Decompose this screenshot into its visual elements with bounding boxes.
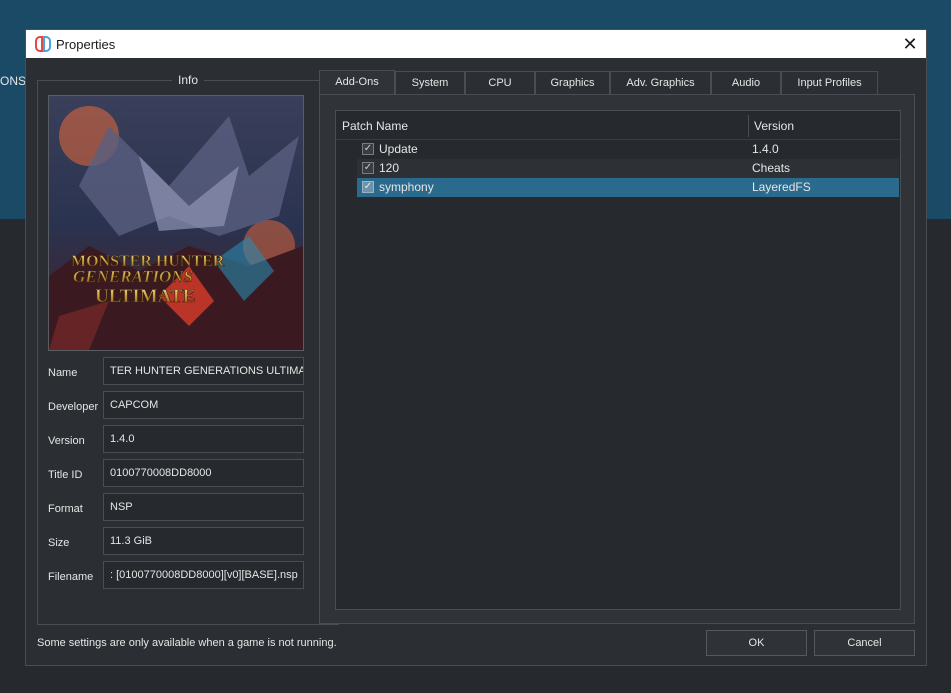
addon-version: LayeredFS [752, 180, 811, 194]
filename-field[interactable]: : [0100770008DD8000][v0][BASE].nsp [103, 561, 304, 589]
addon-checkbox[interactable]: ✓ [362, 181, 374, 193]
title-id-label: Title ID [48, 469, 83, 481]
close-icon[interactable]: ✕ [894, 30, 926, 58]
tab-cpu[interactable]: CPU [465, 71, 535, 95]
info-group: Info MONSTER HUNTER GENERATIONS ULTIMATE… [37, 73, 339, 625]
name-label: Name [48, 367, 78, 379]
addon-version: Cheats [752, 161, 791, 175]
size-field[interactable]: 11.3 GiB [103, 527, 304, 555]
title-id-field[interactable]: 0100770008DD8000 [103, 459, 304, 487]
properties-dialog: Properties ✕ Info MONSTER HUNTER GENERAT… [25, 29, 927, 666]
app-logo-icon [35, 36, 51, 52]
filename-label: Filename [48, 571, 94, 583]
footer-note: Some settings are only available when a … [37, 637, 337, 649]
developer-label: Developer [48, 401, 99, 413]
addon-version: 1.4.0 [752, 142, 779, 156]
add-ons-panel: Patch Name Version ✓ Update 1.4.0 ✓ 120 … [319, 94, 915, 624]
header-patch-name[interactable]: Patch Name [342, 119, 408, 133]
header-version[interactable]: Version [754, 119, 794, 133]
cover-title-line-2: GENERATIONS [73, 267, 193, 286]
dialog-title: Properties [56, 37, 116, 52]
header-separator[interactable] [748, 115, 749, 137]
developer-field[interactable]: CAPCOM [103, 391, 304, 419]
cancel-button[interactable]: Cancel [814, 630, 915, 656]
tab-graphics[interactable]: Graphics [535, 71, 610, 95]
addon-checkbox[interactable]: ✓ [362, 143, 374, 155]
list-header: Patch Name Version [336, 111, 900, 140]
tab-adv-graphics[interactable]: Adv. Graphics [610, 71, 711, 95]
format-label: Format [48, 503, 83, 515]
addons-list[interactable]: Patch Name Version ✓ Update 1.4.0 ✓ 120 … [335, 110, 901, 610]
addon-row[interactable]: ✓ 120 Cheats [357, 159, 899, 178]
tab-add-ons[interactable]: Add-Ons [319, 70, 395, 96]
tab-audio[interactable]: Audio [711, 71, 781, 95]
addon-row-selected[interactable]: ✓ symphony LayeredFS [357, 178, 899, 197]
info-legend: Info [172, 73, 205, 87]
cover-art: MONSTER HUNTER GENERATIONS ULTIMATE [49, 96, 303, 350]
addon-row[interactable]: ✓ Update 1.4.0 [357, 140, 899, 159]
addon-name: 120 [379, 161, 400, 175]
cover-title-line-3: ULTIMATE [95, 286, 195, 307]
size-label: Size [48, 537, 70, 549]
addon-name: symphony [379, 180, 434, 194]
ok-button[interactable]: OK [706, 630, 807, 656]
tab-input-profiles[interactable]: Input Profiles [781, 71, 878, 95]
background-partial-text: ONS [0, 74, 27, 88]
game-cover-image: MONSTER HUNTER GENERATIONS ULTIMATE [48, 95, 304, 351]
version-field[interactable]: 1.4.0 [103, 425, 304, 453]
addon-name: Update [379, 142, 418, 156]
title-bar[interactable]: Properties ✕ [26, 30, 926, 58]
tab-system[interactable]: System [395, 71, 465, 95]
version-label: Version [48, 435, 85, 447]
name-field[interactable]: TER HUNTER GENERATIONS ULTIMATE [103, 357, 304, 385]
format-field[interactable]: NSP [103, 493, 304, 521]
addon-checkbox[interactable]: ✓ [362, 162, 374, 174]
